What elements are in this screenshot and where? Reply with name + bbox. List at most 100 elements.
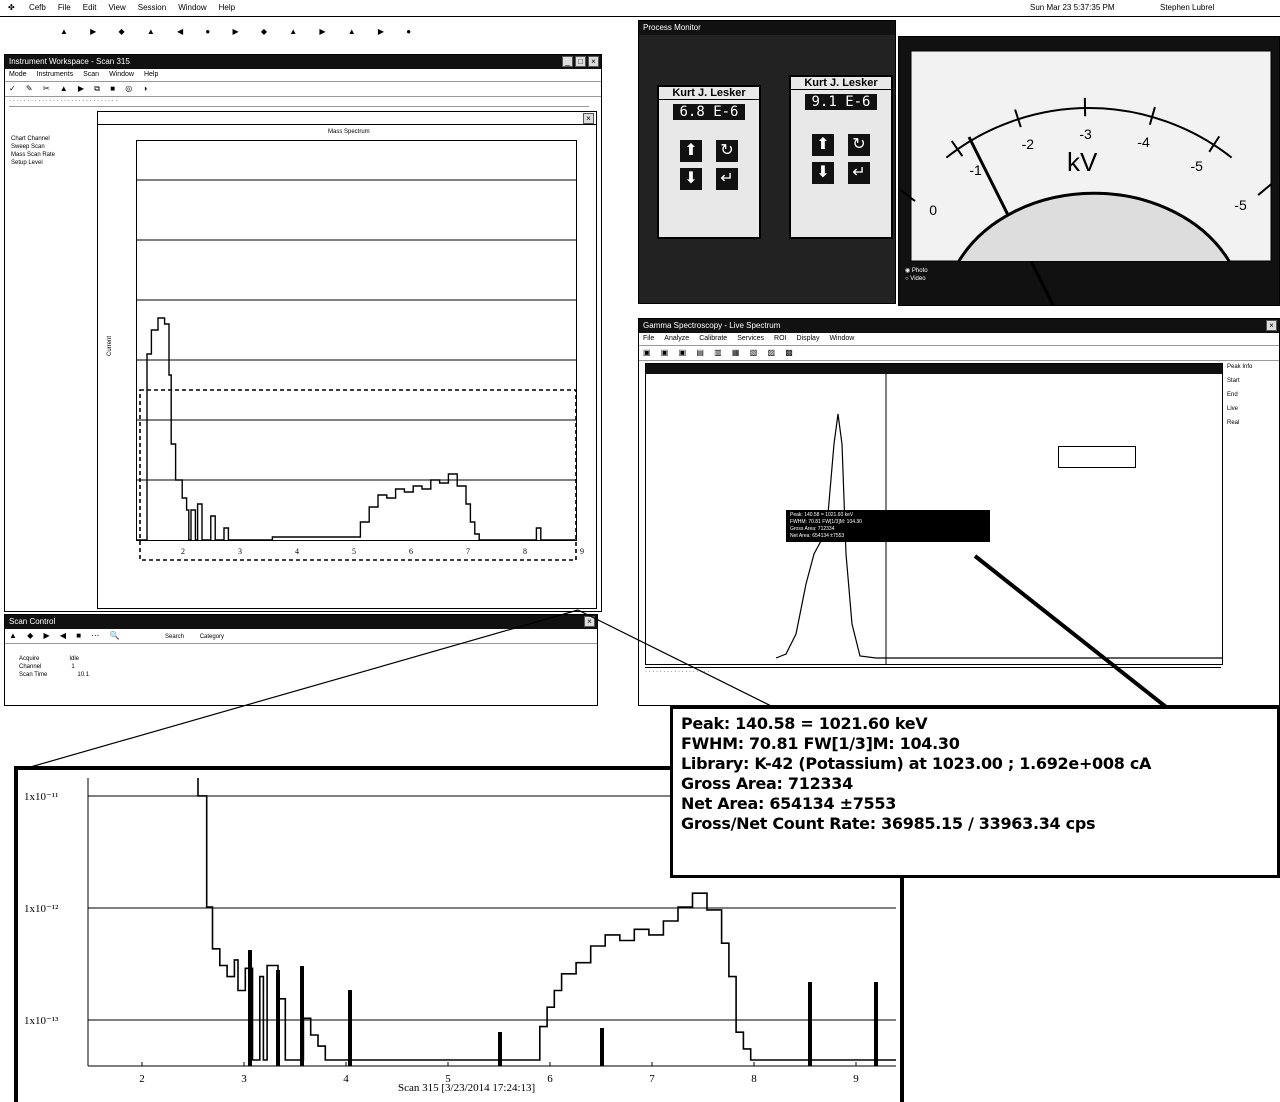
spectrum-toolbar[interactable]: ▣ ▣ ▣ ▤ ▥ ▦ ▧ ▨ ▩ — [639, 346, 1279, 361]
meter-tick-label: -1 — [969, 162, 982, 178]
close-icon[interactable]: × — [1266, 320, 1277, 331]
row-key: Channel — [19, 664, 42, 670]
meter-tick-label: -4 — [1137, 134, 1150, 150]
radio-video-icon[interactable]: ○ — [905, 276, 909, 282]
x-tick-label: 6 — [409, 547, 413, 556]
peak-tooltip: Peak: 140.58 = 1021.60 keV FWHM: 70.81 FW… — [786, 510, 990, 542]
minimize-icon[interactable]: _ — [562, 56, 573, 67]
main-menubar: Mode Instruments Scan Window Help — [5, 69, 601, 82]
menu-item[interactable]: Window — [829, 335, 854, 342]
x-tick-label: 3 — [238, 547, 242, 556]
menu-item[interactable]: Calibrate — [699, 335, 727, 342]
scan-control-window: Scan Control × ▲ ◆ ▶ ◀ ■ ⋯ 🔍 Search Cate… — [4, 614, 598, 706]
down-arrow-icon[interactable]: ⬇ — [812, 162, 834, 184]
spectrum-side-panel: Peak Info Start End Live Real — [1227, 363, 1277, 433]
spectrum-titlebar[interactable]: Gamma Spectroscopy - Live Spectrum × — [639, 319, 1279, 333]
main-toolbar[interactable]: ✓ ✎ ✂ ▲ ▶ ⧉ ■ ◎ ◑ — [5, 82, 601, 97]
spectrum-trace — [136, 317, 576, 541]
x-tick-label: 4 — [295, 547, 299, 556]
x-tick-label: 8 — [751, 1073, 757, 1085]
spectrum-window: Gamma Spectroscopy - Live Spectrum × Fil… — [638, 318, 1280, 706]
plot-window-bar[interactable]: × — [98, 112, 596, 125]
x-tick-label: 4 — [343, 1073, 349, 1085]
main-window-titlebar[interactable]: Instrument Workspace - Scan 315 _ □ × — [5, 55, 601, 69]
menu-item[interactable]: Scan — [83, 71, 99, 78]
callout-line: FWHM: 70.81 FW[1/3]M: 104.30 — [681, 734, 960, 753]
sidebar-item[interactable]: Chart Channel — [11, 135, 89, 143]
meter-tick-label: -5 — [1191, 158, 1204, 174]
x-tick-label: 8 — [523, 547, 527, 556]
peak-info-callout: Peak: 140.58 = 1021.60 keV FWHM: 70.81 FW… — [670, 706, 1280, 878]
os-menu-item[interactable]: Edit — [83, 3, 97, 12]
os-menu-item[interactable]: Cefb — [29, 3, 46, 12]
menu-item[interactable]: Display — [797, 335, 820, 342]
zoom-region-box — [139, 389, 577, 561]
close-icon[interactable]: × — [583, 113, 594, 124]
apple-icon[interactable]: ✤ — [8, 3, 15, 12]
sidebar-item[interactable]: Setup Level — [11, 159, 89, 167]
enter-icon[interactable]: ↵ — [716, 168, 738, 190]
roi-marker[interactable] — [1058, 446, 1136, 468]
scan-control-title: Scan Control — [9, 617, 56, 626]
spike-bar — [874, 982, 878, 1066]
sidebar-item[interactable]: Sweep Scan — [11, 143, 89, 151]
radio-video-label[interactable]: Video — [910, 276, 925, 282]
scan-control-toolbar[interactable]: ▲ ◆ ▶ ◀ ■ ⋯ 🔍 — [5, 629, 597, 644]
menu-item[interactable]: Help — [144, 71, 158, 78]
menu-item[interactable]: Instruments — [37, 71, 74, 78]
radio-photo-label[interactable]: Photo — [912, 268, 928, 274]
meter-tick-label: -2 — [1022, 136, 1035, 152]
camera-window-titlebar[interactable]: Process Monitor — [639, 21, 895, 35]
enter-icon[interactable]: ↵ — [848, 162, 870, 184]
os-menu-item[interactable]: Help — [219, 3, 235, 12]
up-arrow-icon[interactable]: ⬆ — [680, 140, 702, 162]
os-user[interactable]: Stephen Lubrel — [1160, 0, 1214, 16]
up-arrow-icon[interactable]: ⬆ — [812, 134, 834, 156]
os-menu-item[interactable]: File — [58, 3, 71, 12]
side-panel-item: Start — [1227, 378, 1240, 384]
search-label[interactable]: Search — [165, 634, 184, 640]
os-menu-item[interactable]: Window — [178, 3, 206, 12]
kv-unit: kV — [1067, 147, 1098, 177]
menu-item[interactable]: Mode — [9, 71, 27, 78]
main-window: Instrument Workspace - Scan 315 _ □ × Mo… — [4, 54, 602, 612]
os-menu-item[interactable]: Session — [138, 3, 166, 12]
table-row: Acquire Idle — [19, 655, 319, 663]
gauge-right-display: 9.1 E-6 — [805, 94, 877, 110]
callout-line: Library: K-42 (Potassium) at 1023.00 ; 1… — [681, 754, 1152, 773]
x-tick-label: 7 — [466, 547, 470, 556]
os-menu-item[interactable]: View — [109, 3, 126, 12]
tooltip-line: Gross Area: 712334 — [790, 526, 835, 532]
down-arrow-icon[interactable]: ⬇ — [680, 168, 702, 190]
maximize-icon[interactable]: □ — [575, 56, 586, 67]
main-status-row: · · · · · · · · · · · · · · · · · · · · … — [9, 97, 589, 107]
sidebar-item[interactable]: Mass Scan Rate — [11, 151, 89, 159]
spike-bar — [300, 966, 304, 1066]
side-panel-item: Real — [1227, 420, 1240, 426]
plot-window: × Mass Spectrum Current 2 3 4 5 6 7 8 9 — [97, 111, 597, 609]
main-sidebar: Chart Channel Sweep Scan Mass Scan Rate Set… — [11, 135, 89, 167]
menu-item[interactable]: Window — [109, 71, 134, 78]
refresh-icon[interactable]: ↻ — [716, 140, 738, 162]
radio-photo-icon[interactable]: ◉ — [905, 268, 910, 274]
gauge-left-brand: Kurt J. Lesker — [659, 87, 759, 100]
scan-control-titlebar[interactable]: Scan Control × — [5, 615, 597, 629]
gauge-right-brand: Kurt J. Lesker — [791, 77, 891, 90]
spike-bar — [348, 990, 352, 1066]
side-panel-item: Live — [1227, 406, 1239, 412]
spike-bar — [276, 970, 280, 1066]
refresh-icon[interactable]: ↻ — [848, 134, 870, 156]
menu-item[interactable]: Analyze — [664, 335, 689, 342]
close-icon[interactable]: × — [588, 56, 599, 67]
camera-window: Process Monitor Kurt J. Lesker 6.8 E-6 ⬆… — [638, 20, 896, 304]
filter-label[interactable]: Category — [200, 634, 224, 640]
menu-item[interactable]: ROI — [774, 335, 786, 342]
menu-item[interactable]: Services — [737, 335, 764, 342]
x-tick-label: 5 — [352, 547, 356, 556]
close-icon[interactable]: × — [584, 616, 595, 627]
menu-item[interactable]: File — [643, 335, 654, 342]
row-value: 1 — [71, 664, 75, 670]
main-spectrum-plot: 2 3 4 5 6 7 8 9 — [136, 140, 584, 561]
y-tick-label: 1x10⁻¹³ — [24, 1015, 59, 1027]
callout-line: Net Area: 654134 ±7553 — [681, 794, 897, 813]
